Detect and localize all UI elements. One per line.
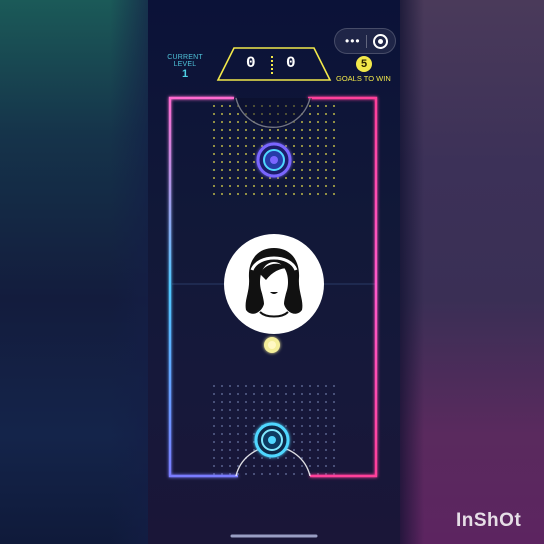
goals-to-win-label: GOALS TO WIN bbox=[336, 74, 391, 83]
more-menu-icon[interactable]: ••• bbox=[345, 34, 361, 48]
goals-to-win-value: 5 bbox=[356, 56, 372, 72]
current-level-label-line2: LEVEL bbox=[173, 61, 197, 68]
mini-program-capsule: ••• bbox=[334, 28, 396, 54]
right-blurred-background bbox=[394, 0, 544, 544]
current-level-label: CURRENT LEVEL bbox=[162, 54, 208, 68]
current-level-label-line1: CURRENT bbox=[167, 54, 203, 61]
center-avatar bbox=[224, 234, 324, 334]
player-score: 0 bbox=[246, 54, 256, 72]
close-target-icon[interactable] bbox=[373, 34, 388, 49]
opponent-score: 0 bbox=[286, 54, 296, 72]
capsule-divider bbox=[366, 35, 367, 48]
air-hockey-game-screen: CURRENT LEVEL 1 0 0 5 GOALS TO WIN ••• bbox=[148, 0, 400, 544]
opponent-mallet bbox=[256, 142, 292, 178]
inshot-watermark: InShOt bbox=[456, 510, 522, 531]
score-frame bbox=[216, 47, 332, 81]
puck bbox=[264, 337, 280, 353]
current-level-value: 1 bbox=[181, 68, 189, 80]
left-blurred-background bbox=[0, 0, 150, 544]
player-mallet[interactable] bbox=[254, 422, 290, 458]
